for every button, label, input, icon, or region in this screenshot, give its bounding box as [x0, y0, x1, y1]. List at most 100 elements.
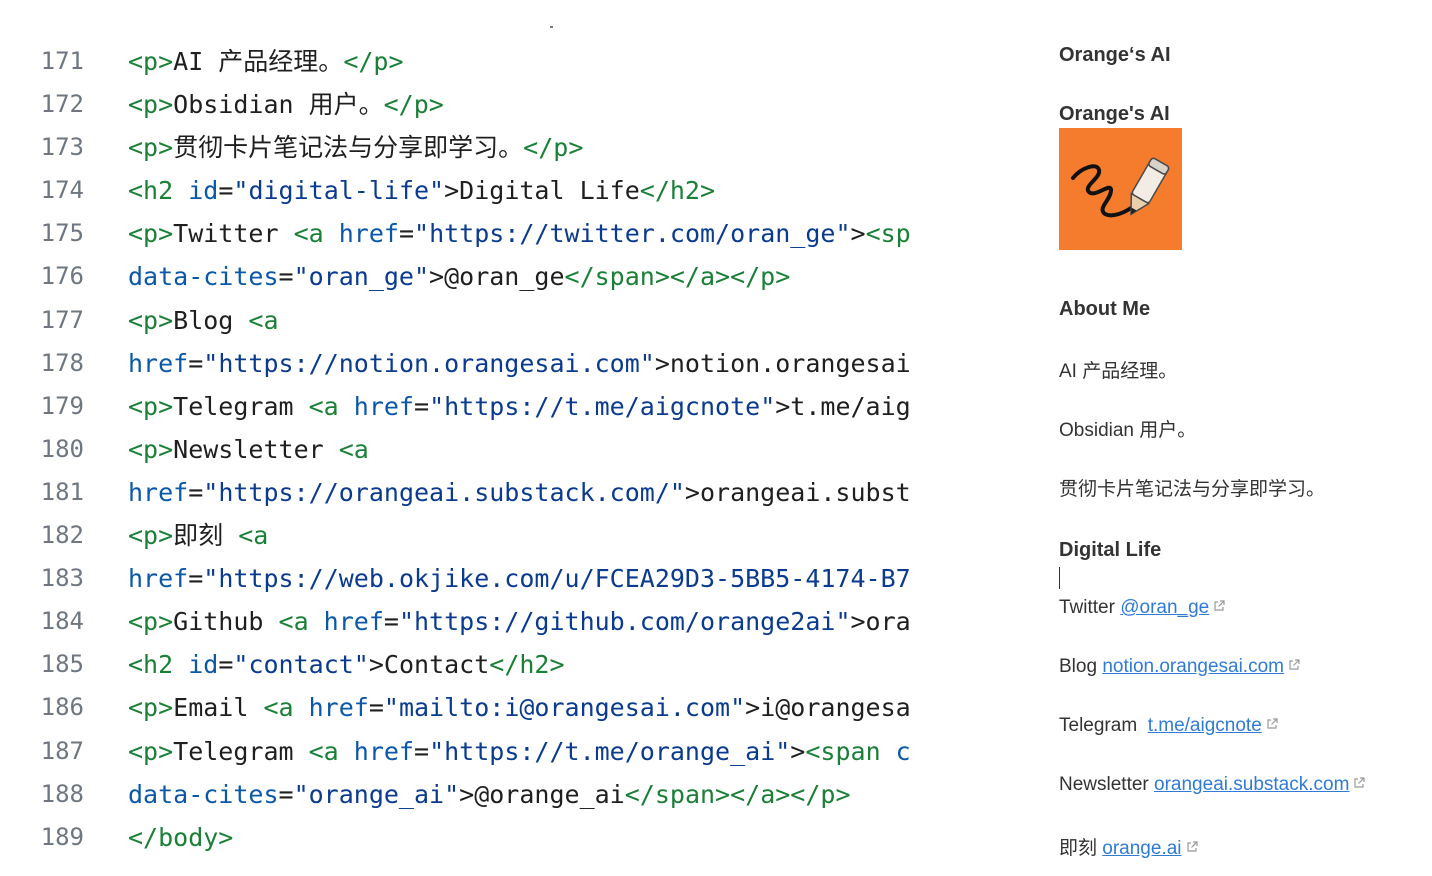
code-token: <p> [128, 133, 174, 163]
link-label: Newsletter [1059, 774, 1155, 795]
line-source[interactable]: <p>Telegram <a href="https://t.me/aigcno… [128, 385, 911, 428]
line-number: 173 [40, 133, 84, 162]
line-source[interactable]: <p>AI 产品经理。</p> [128, 40, 404, 83]
code-token: <a [338, 434, 369, 464]
line-number: 181 [40, 477, 84, 506]
line-source[interactable]: <p>Twitter <a href="https://twitter.com/… [128, 212, 911, 255]
code-token: AI 产品经理。 [173, 47, 344, 76]
line-source[interactable]: <p>Blog <a [128, 299, 279, 342]
code-token: <p> [128, 736, 174, 766]
code-token: Obsidian 用户。 [173, 90, 384, 120]
code-token: <span [805, 736, 896, 766]
code-line: 174 <h2 id="digital-life">Digital Life</h… [0, 169, 936, 212]
line-number: 183 [40, 564, 84, 593]
link-label: Twitter [1059, 597, 1121, 618]
link-row-newsletter: Newsletter orangeai.substack.com [1059, 774, 1366, 796]
code-token: <p> [128, 391, 174, 421]
line-source[interactable]: <p>Email <a href="mailto:i@orangesai.com… [128, 686, 911, 729]
preview-pane: Orange‘s AI Orange's AI About Me AI 产品经理… [936, 0, 1432, 876]
code-line: 188 data-cites="orange_ai">@orange_ai</sp… [0, 773, 936, 816]
code-token: <p> [128, 693, 174, 723]
line-source[interactable]: <p>贯彻卡片笔记法与分享即学习。</p> [128, 126, 583, 169]
about-line: 贯彻卡片笔记法与分享即学习。 [1059, 479, 1326, 500]
code-token: = [218, 650, 234, 680]
line-source[interactable]: <p>Github <a href="https://github.com/or… [128, 600, 911, 643]
code-line: 182 <p>即刻 <a [0, 514, 936, 557]
code-token: Blog [173, 305, 249, 335]
code-token: "digital-life" [233, 176, 445, 206]
code-token: href [353, 736, 414, 766]
blog-link[interactable]: notion.orangesai.com [1102, 656, 1284, 677]
line-source[interactable]: data-cites="orange_ai">@orange_ai</span>… [128, 773, 851, 816]
line-source[interactable]: <p>Telegram <a href="https://t.me/orange… [128, 730, 911, 773]
twitter-link[interactable]: @oran_ge [1120, 597, 1209, 618]
line-source[interactable]: data-cites="oran_ge">@oran_ge</span></a>… [128, 255, 790, 298]
line-number: 186 [40, 693, 84, 722]
line-number: 177 [40, 305, 84, 334]
code-token: href [323, 607, 384, 637]
line-number: 179 [40, 391, 84, 420]
link-label: Telegram [1059, 715, 1148, 736]
code-token: id [188, 650, 219, 680]
jike-link[interactable]: orange.ai [1102, 838, 1181, 859]
code-token: <h2 [128, 176, 189, 206]
code-editor[interactable]: 171 <p>AI 产品经理。</p> 172 <p>Obsidian 用户。</p>… [0, 0, 936, 876]
code-line: 177 <p>Blog <a [0, 299, 936, 342]
external-link-icon [1289, 659, 1300, 670]
code-token: <p> [128, 47, 174, 76]
code-token: Newsletter [173, 434, 339, 464]
code-token: "https://twitter.com/oran_ge" [414, 219, 851, 249]
line-number: 175 [40, 219, 84, 248]
code-line: 175 <p>Twitter <a href="https://twitter.c… [0, 212, 936, 255]
line-source[interactable]: </body> [128, 816, 233, 859]
code-line: 184 <p>Github <a href="https://github.com… [0, 600, 936, 643]
code-token: >notion.orangesai [654, 348, 911, 378]
code-token: = [398, 219, 415, 249]
code-token: Telegram [173, 391, 309, 421]
code-token: href [308, 693, 369, 723]
code-token: data-cites [128, 779, 279, 809]
code-token: "https://t.me/orange_ai" [429, 736, 791, 766]
pencil-scribble-icon [1071, 157, 1170, 218]
about-line: AI 产品经理。 [1059, 361, 1178, 382]
code-token: <p> [128, 90, 174, 120]
telegram-link[interactable]: t.me/aigcnote [1148, 715, 1262, 736]
code-token: id [188, 176, 219, 206]
code-token: "https://orangeai.substack.com/" [203, 477, 685, 507]
line-source[interactable]: href="https://orangeai.substack.com/">or… [128, 471, 911, 514]
line-source[interactable]: <h2 id="contact">Contact</h2> [128, 643, 565, 686]
code-token: = [414, 391, 430, 421]
code-token: "https://github.com/orange2ai" [398, 607, 851, 637]
line-source[interactable]: <p>即刻 <a [128, 514, 268, 557]
code-token: <a [293, 219, 339, 249]
about-line: Obsidian 用户。 [1059, 420, 1197, 441]
newsletter-link[interactable]: orangeai.substack.com [1154, 774, 1349, 795]
code-token: <p> [128, 305, 174, 335]
link-label: 即刻 [1059, 838, 1103, 859]
code-token: Twitter [173, 219, 294, 249]
line-number: 176 [40, 262, 84, 291]
code-token: </p> [383, 90, 444, 120]
code-token: <a [238, 521, 269, 551]
line-source[interactable]: href="https://notion.orangesai.com">noti… [128, 342, 911, 385]
code-line: 185 <h2 id="contact">Contact</h2> [0, 643, 936, 686]
line-source[interactable]: <h2 id="digital-life">Digital Life</h2> [128, 169, 715, 212]
code-token: >Digital Life [444, 176, 640, 206]
code-token: Github [173, 607, 279, 637]
code-token: >@oran_ge [429, 262, 565, 292]
code-line: 181 href="https://orangeai.substack.com/"… [0, 471, 936, 514]
code-token: "https://t.me/aigcnote" [429, 391, 776, 421]
code-token: = [383, 607, 399, 637]
code-token: = [368, 693, 384, 723]
code-token: "orange_ai" [293, 779, 460, 809]
code-line: 189 </body> [0, 816, 936, 859]
code-token: >@orange_ai [459, 779, 625, 809]
external-link-icon [1354, 777, 1366, 788]
link-row-blog: Blog notion.orangesai.com [1059, 656, 1300, 678]
code-token: "https://notion.orangesai.com" [203, 348, 655, 378]
line-number: 189 [40, 822, 84, 851]
code-token: = [188, 348, 204, 378]
line-source[interactable]: <p>Obsidian 用户。</p> [128, 83, 444, 126]
line-source[interactable]: <p>Newsletter <a [128, 428, 369, 471]
line-source[interactable]: href="https://web.okjike.com/u/FCEA29D3-… [128, 557, 911, 600]
